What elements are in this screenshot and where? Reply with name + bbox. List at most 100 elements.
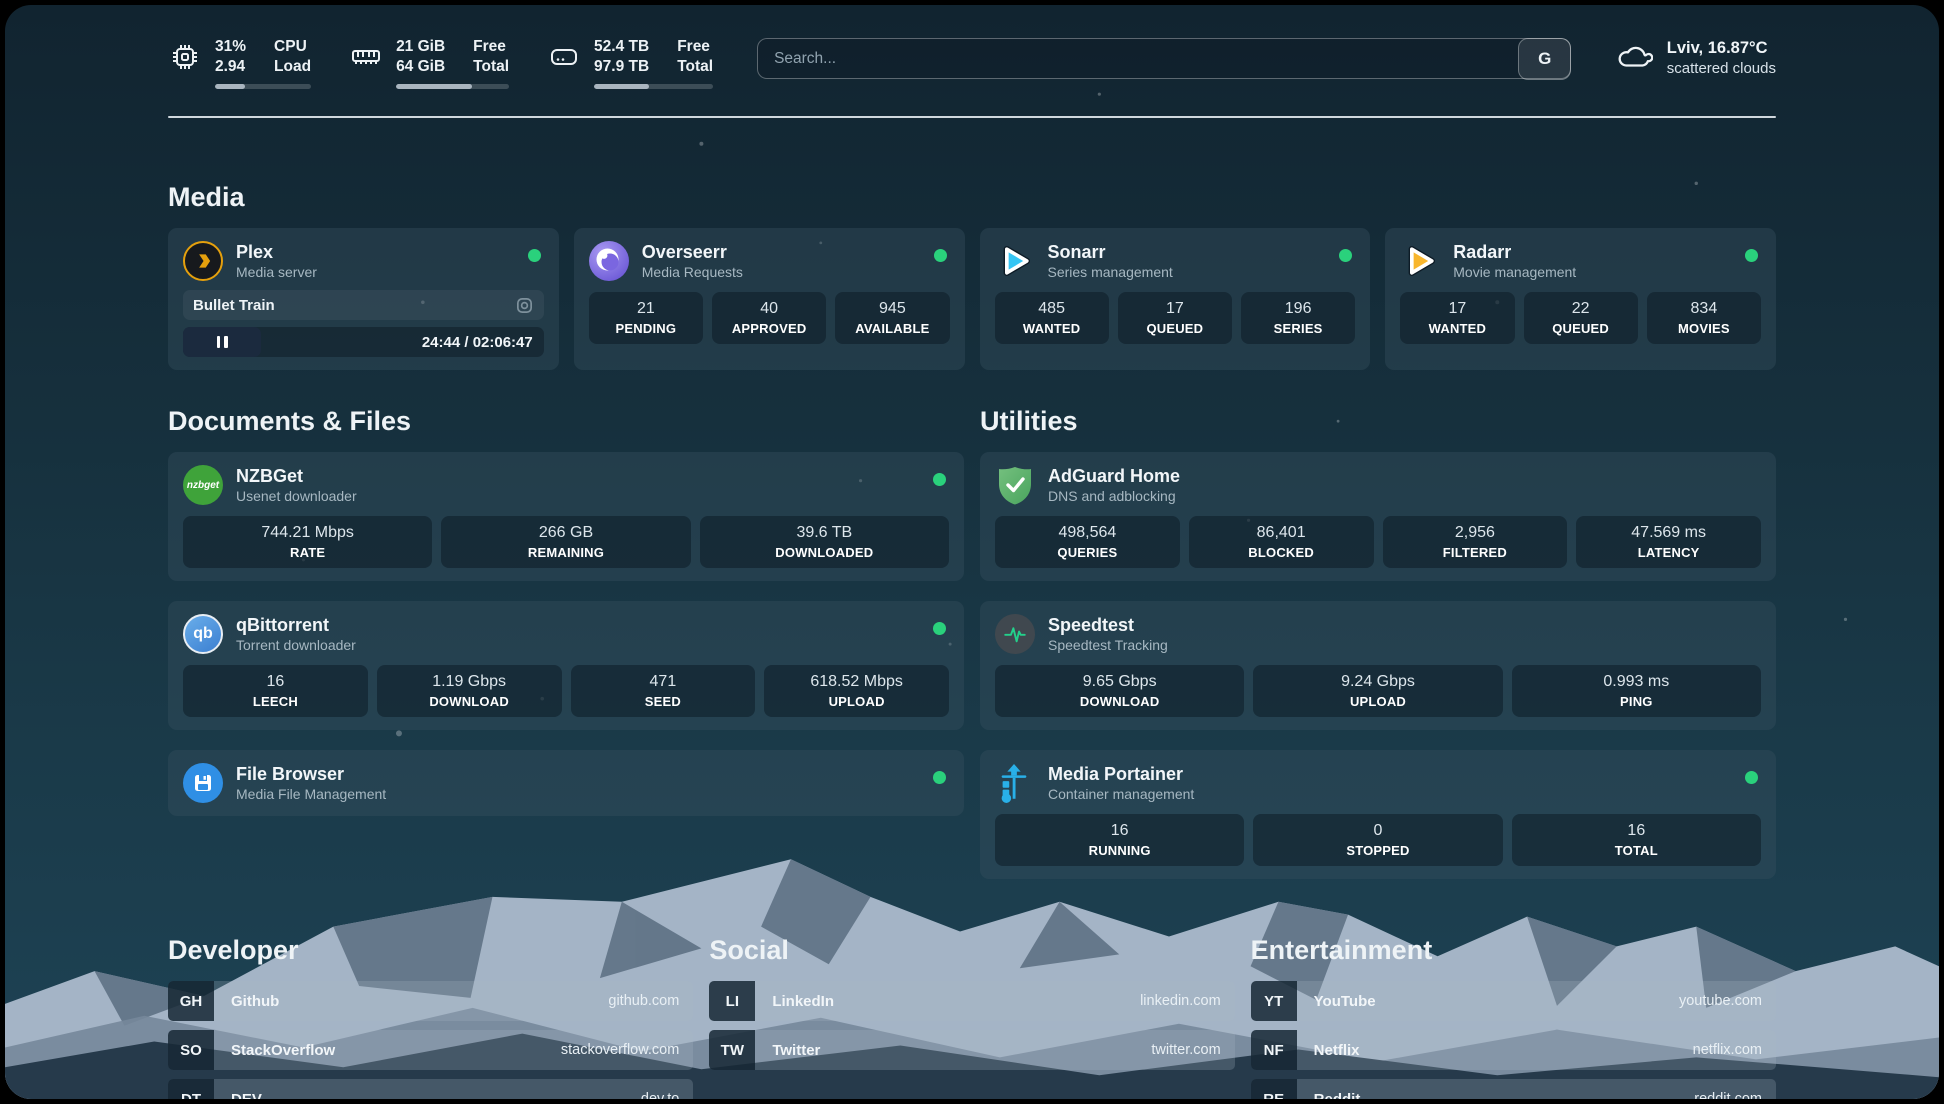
filebrowser-card[interactable]: File Browser Media File Management (168, 750, 964, 816)
memory-icon (349, 37, 383, 77)
adguard-stat-latency: 47.569 msLATENCY (1576, 516, 1761, 568)
speedtest-stat-download: 9.65 GbpsDOWNLOAD (995, 665, 1244, 717)
netflix-badge: NF (1251, 1030, 1297, 1070)
bookmark-linkedin[interactable]: LI LinkedIn linkedin.com (709, 981, 1234, 1021)
plex-now-playing: Bullet Train (183, 290, 544, 320)
plex-card[interactable]: Plex Media server Bullet Train 24:44 / 0… (168, 228, 559, 370)
bookmark-reddit[interactable]: RE Reddit reddit.com (1251, 1079, 1776, 1099)
overseerr-stat-approved: 40APPROVED (712, 292, 826, 344)
sonarr-icon (995, 241, 1035, 281)
nzbget-stat-rate: 744.21 MbpsRATE (183, 516, 432, 568)
memory-free-value: 21 GiB (396, 37, 445, 57)
entertainment-bookmarks: Entertainment YT YouTube youtube.com NF … (1251, 935, 1776, 1099)
reddit-badge: RE (1251, 1079, 1297, 1099)
search-engine-button[interactable]: G (1518, 38, 1571, 80)
disk-free-label: Free (677, 37, 713, 57)
media-card-row: Plex Media server Bullet Train 24:44 / 0… (168, 228, 1776, 370)
bookmark-github[interactable]: GH Github github.com (168, 981, 693, 1021)
plex-progress-bar[interactable]: 24:44 / 02:06:47 (183, 327, 544, 357)
bookmark-dev[interactable]: DT DEV dev.to (168, 1079, 693, 1099)
bookmark-twitter[interactable]: TW Twitter twitter.com (709, 1030, 1234, 1070)
adguard-icon (995, 465, 1035, 505)
nzbget-icon: nzbget (183, 465, 223, 505)
adguard-card[interactable]: AdGuard Home DNS and adblocking 498,564Q… (980, 452, 1776, 581)
section-title-developer: Developer (168, 935, 693, 966)
nzbget-title: NZBGet (236, 465, 357, 487)
radarr-icon (1400, 241, 1440, 281)
nzbget-status-dot (933, 473, 946, 486)
qbittorrent-stat-download: 1.19 GbpsDOWNLOAD (377, 665, 562, 717)
filebrowser-icon (183, 763, 223, 803)
section-title-social: Social (709, 935, 1234, 966)
radarr-card[interactable]: Radarr Movie management 17WANTED 22QUEUE… (1385, 228, 1776, 370)
documents-column: Documents & Files nzbget NZBGet Usenet d… (168, 370, 964, 879)
radarr-stat-movies: 834MOVIES (1647, 292, 1761, 344)
speedtest-card[interactable]: Speedtest Speedtest Tracking 9.65 GbpsDO… (980, 601, 1776, 730)
qbittorrent-title: qBittorrent (236, 614, 356, 636)
portainer-stat-total: 16TOTAL (1512, 814, 1761, 866)
portainer-stat-stopped: 0STOPPED (1253, 814, 1502, 866)
portainer-card[interactable]: Media Portainer Container management 16R… (980, 750, 1776, 879)
overseerr-title: Overseerr (642, 241, 743, 263)
cpu-load-value: 2.94 (215, 57, 246, 77)
overseerr-card[interactable]: Overseerr Media Requests 21PENDING 40APP… (574, 228, 965, 370)
radarr-subtitle: Movie management (1453, 263, 1576, 281)
radarr-status-dot (1745, 249, 1758, 262)
pause-button[interactable] (183, 327, 261, 357)
bookmark-stackoverflow[interactable]: SO StackOverflow stackoverflow.com (168, 1030, 693, 1070)
speedtest-icon (995, 614, 1035, 654)
bookmark-youtube[interactable]: YT YouTube youtube.com (1251, 981, 1776, 1021)
overseerr-stat-available: 945AVAILABLE (835, 292, 949, 344)
utilities-column: Utilities (980, 370, 1776, 879)
dev-badge: DT (168, 1079, 214, 1099)
adguard-subtitle: DNS and adblocking (1048, 487, 1180, 505)
cpu-usage-value: 31% (215, 37, 246, 57)
bookmark-netflix[interactable]: NF Netflix netflix.com (1251, 1030, 1776, 1070)
header-divider (168, 116, 1776, 118)
disk-icon (547, 37, 581, 77)
adguard-stat-queries: 498,564QUERIES (995, 516, 1180, 568)
cpu-widget: 31% CPU 2.94 Load (168, 37, 311, 89)
plex-icon (183, 241, 223, 281)
adguard-stat-blocked: 86,401BLOCKED (1189, 516, 1374, 568)
plex-subtitle: Media server (236, 263, 317, 281)
qbittorrent-icon: qb (183, 614, 223, 654)
linkedin-badge: LI (709, 981, 755, 1021)
adguard-title: AdGuard Home (1048, 465, 1180, 487)
sonarr-stat-queued: 17QUEUED (1118, 292, 1232, 344)
weather-widget[interactable]: Lviv, 16.87°C scattered clouds (1615, 38, 1776, 78)
sonarr-card[interactable]: Sonarr Series management 485WANTED 17QUE… (980, 228, 1371, 370)
search-input[interactable] (758, 39, 1520, 78)
overseerr-subtitle: Media Requests (642, 263, 743, 281)
disk-total-value: 97.9 TB (594, 57, 649, 77)
settings-icon[interactable] (515, 296, 534, 315)
section-title-media: Media (168, 182, 1776, 213)
overseerr-icon (589, 241, 629, 281)
cpu-usage-label: CPU (274, 37, 311, 57)
top-bar: 31% CPU 2.94 Load 21 (168, 5, 1776, 89)
weather-condition: scattered clouds (1667, 59, 1776, 78)
weather-location-temp: Lviv, 16.87°C (1667, 38, 1776, 59)
memory-progress-bar (396, 84, 509, 89)
nzbget-stat-remaining: 266 GBREMAINING (441, 516, 690, 568)
plex-playback-time: 24:44 / 02:06:47 (422, 334, 544, 351)
cpu-icon (168, 37, 202, 77)
youtube-badge: YT (1251, 981, 1297, 1021)
memory-widget: 21 GiB Free 64 GiB Total (349, 37, 509, 89)
portainer-title: Media Portainer (1048, 763, 1194, 785)
nzbget-subtitle: Usenet downloader (236, 487, 357, 505)
speedtest-title: Speedtest (1048, 614, 1168, 636)
developer-bookmarks: Developer GH Github github.com SO StackO… (168, 935, 693, 1099)
cpu-progress-bar (215, 84, 311, 89)
qbittorrent-card[interactable]: qb qBittorrent Torrent downloader 16LEEC… (168, 601, 964, 730)
radarr-title: Radarr (1453, 241, 1576, 263)
plex-status-dot (528, 249, 541, 262)
sonarr-subtitle: Series management (1048, 263, 1173, 281)
search-bar: G (757, 38, 1571, 79)
portainer-stat-running: 16RUNNING (995, 814, 1244, 866)
nzbget-card[interactable]: nzbget NZBGet Usenet downloader 744.21 M… (168, 452, 964, 581)
disk-progress-bar (594, 84, 713, 89)
memory-free-label: Free (473, 37, 509, 57)
sonarr-stat-wanted: 485WANTED (995, 292, 1109, 344)
qbittorrent-stat-seed: 471SEED (571, 665, 756, 717)
